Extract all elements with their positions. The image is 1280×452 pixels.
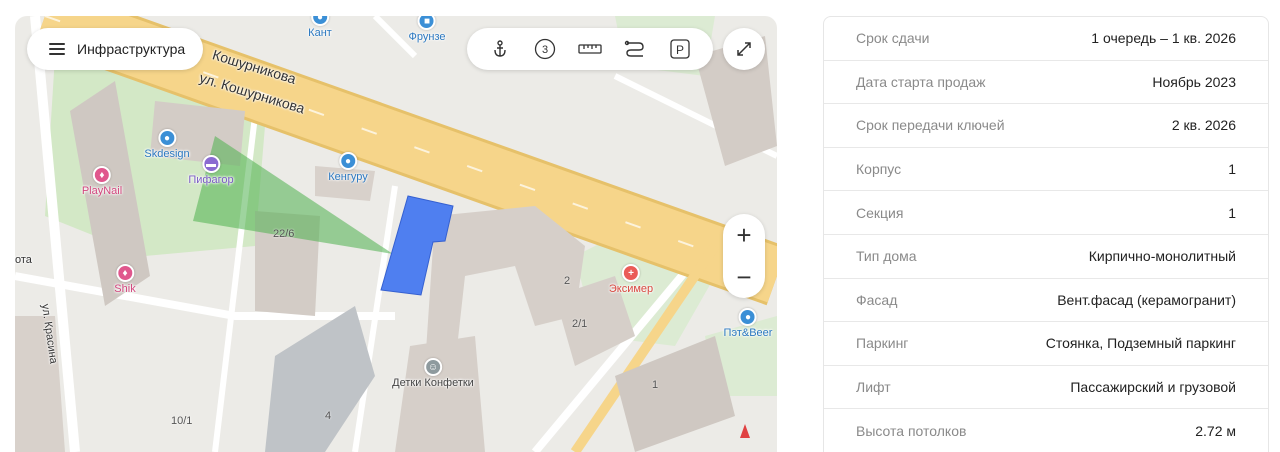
row-key: Тип дома bbox=[856, 248, 917, 265]
anchor-icon[interactable] bbox=[487, 36, 513, 62]
expand-icon bbox=[737, 42, 751, 56]
row-value: 2.72 м bbox=[1195, 422, 1236, 439]
poi-playnail[interactable]: ♦ PlayNail bbox=[82, 166, 122, 197]
row-key: Дата старта продаж bbox=[856, 73, 986, 90]
row-key: Высота потолков bbox=[856, 422, 967, 439]
infrastructure-button[interactable]: Инфраструктура bbox=[27, 28, 204, 70]
specs-table: Срок сдачи 1 очередь – 1 кв. 2026 Дата ст… bbox=[823, 16, 1269, 452]
map[interactable]: Кошурникова ул. Кошурникова ул. Красина … bbox=[15, 16, 777, 452]
house-number: 1 bbox=[652, 379, 659, 391]
table-row: Высота потолков 2.72 м bbox=[824, 409, 1268, 452]
row-key: Срок передачи ключей bbox=[856, 117, 1005, 134]
table-row: Тип дома Кирпично-монолитный bbox=[824, 235, 1268, 279]
row-value: Пассажирский и грузовой bbox=[1070, 379, 1236, 396]
parking-text: P bbox=[676, 43, 684, 57]
table-row: Дата старта продаж Ноябрь 2023 bbox=[824, 61, 1268, 105]
infrastructure-label: Инфраструктура bbox=[77, 41, 186, 57]
house-number: 2 bbox=[564, 275, 571, 287]
row-value: Кирпично-монолитный bbox=[1088, 248, 1236, 265]
row-key: Срок сдачи bbox=[856, 30, 930, 47]
poi-pet-beer[interactable]: ● Пэт&Beer bbox=[724, 308, 772, 339]
bus-icon: ■ bbox=[417, 16, 436, 30]
shop-icon: ● bbox=[738, 308, 757, 326]
kindergarten-icon: ☺ bbox=[424, 358, 442, 376]
poi-eksimer[interactable]: + Эксимер bbox=[609, 264, 653, 295]
poi-kant[interactable]: ● Кант bbox=[308, 16, 332, 39]
poi-shik[interactable]: ♦ Shik bbox=[114, 264, 136, 295]
row-key: Секция bbox=[856, 204, 904, 221]
beauty-icon: ♦ bbox=[92, 166, 111, 184]
table-row: Лифт Пассажирский и грузовой bbox=[824, 366, 1268, 410]
zoom-in-button[interactable]: + bbox=[723, 214, 765, 256]
school-icon: ▬ bbox=[201, 155, 220, 173]
table-row: Корпус 1 bbox=[824, 148, 1268, 192]
row-value: 2 кв. 2026 bbox=[1171, 117, 1236, 134]
shop-icon: ● bbox=[338, 152, 357, 170]
parking-icon[interactable]: P bbox=[667, 36, 693, 62]
house-number: 10/1 bbox=[171, 415, 193, 427]
row-value: Вент.фасад (керамогранит) bbox=[1057, 291, 1236, 308]
route-icon[interactable] bbox=[622, 36, 648, 62]
row-key: Лифт bbox=[856, 379, 891, 396]
street-label: ота bbox=[15, 254, 32, 266]
zoom-out-button[interactable]: − bbox=[723, 256, 765, 298]
menu-icon bbox=[49, 43, 65, 55]
pharmacy-icon: + bbox=[621, 264, 640, 282]
row-key: Паркинг bbox=[856, 335, 909, 352]
table-row: Секция 1 bbox=[824, 191, 1268, 235]
house-number: 2/1 bbox=[572, 318, 588, 330]
poi-marker-icon: ● bbox=[157, 129, 176, 147]
poi-kenguru[interactable]: ● Кенгуру bbox=[328, 152, 368, 183]
table-row: Фасад Вент.фасад (керамогранит) bbox=[824, 279, 1268, 323]
table-row: Срок передачи ключей 2 кв. 2026 bbox=[824, 104, 1268, 148]
row-key: Фасад bbox=[856, 291, 898, 308]
row-value: Стоянка, Подземный паркинг bbox=[1045, 335, 1236, 352]
zoom-control: + − bbox=[723, 214, 765, 298]
house-number: 4 bbox=[325, 410, 332, 422]
poi-skdesign[interactable]: ● Skdesign bbox=[144, 129, 190, 160]
poi-frunze[interactable]: ■ Фрунзе bbox=[409, 16, 445, 43]
row-value: 1 очередь – 1 кв. 2026 bbox=[1091, 30, 1236, 47]
house-number: 22/6 bbox=[273, 228, 295, 240]
poi-marker-icon: ● bbox=[310, 16, 329, 26]
table-row: Срок сдачи 1 очередь – 1 кв. 2026 bbox=[824, 17, 1268, 61]
row-key: Корпус bbox=[856, 161, 902, 178]
three-text: 3 bbox=[542, 44, 548, 56]
beauty-icon: ♦ bbox=[116, 264, 134, 282]
three-icon[interactable]: 3 bbox=[532, 36, 558, 62]
row-value: Ноябрь 2023 bbox=[1152, 73, 1236, 90]
layer-toolbar: 3 P bbox=[467, 28, 713, 70]
poi-detki-konfetki[interactable]: ☺ Детки Конфетки bbox=[392, 358, 474, 389]
fullscreen-button[interactable] bbox=[723, 28, 765, 70]
row-value: 1 bbox=[1228, 204, 1236, 221]
row-value: 1 bbox=[1228, 161, 1236, 178]
ruler-icon[interactable] bbox=[577, 36, 603, 62]
table-row: Паркинг Стоянка, Подземный паркинг bbox=[824, 322, 1268, 366]
poi-pifagor[interactable]: ▬ Пифагор bbox=[188, 155, 234, 186]
